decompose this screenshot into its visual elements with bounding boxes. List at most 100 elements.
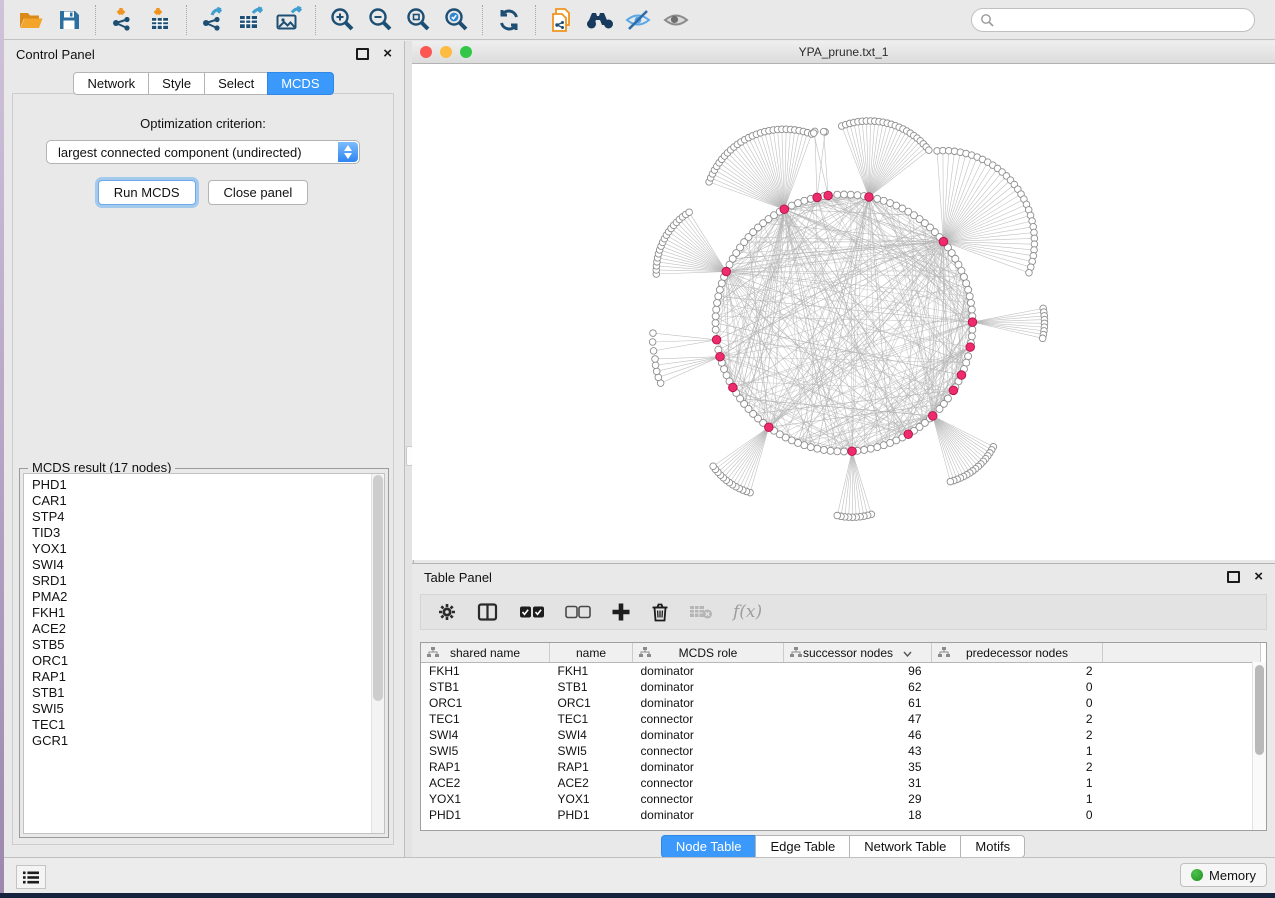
table-cell[interactable]: YOX1	[550, 791, 633, 807]
table-cell[interactable]: ORC1	[421, 695, 550, 711]
table-cell[interactable]: dominator	[633, 695, 784, 711]
mcds-result-item[interactable]: STB5	[32, 637, 384, 653]
ring-node[interactable]	[834, 448, 841, 455]
table-cell[interactable]: dominator	[633, 679, 784, 695]
ring-node[interactable]	[714, 299, 721, 306]
network-canvas[interactable]	[412, 64, 1275, 560]
mcds-result-item[interactable]: STB1	[32, 685, 384, 701]
mcds-result-item[interactable]: PMA2	[32, 589, 384, 605]
hide-selected-eye-icon[interactable]	[619, 3, 657, 37]
network-graph[interactable]	[412, 64, 1275, 560]
ring-node[interactable]	[834, 191, 841, 198]
ring-node[interactable]	[965, 353, 972, 360]
table-cell[interactable]: 2	[932, 663, 1103, 680]
table-cell[interactable]: YOX1	[421, 791, 550, 807]
table-cell[interactable]	[1103, 743, 1261, 759]
table-cell[interactable]: SWI4	[421, 727, 550, 743]
zoom-in-icon[interactable]	[323, 3, 361, 37]
refresh-icon[interactable]	[490, 3, 528, 37]
ring-node[interactable]	[820, 446, 827, 453]
table-row[interactable]: SWI5SWI5connector431	[421, 743, 1261, 759]
ring-node[interactable]	[861, 446, 868, 453]
table-cell[interactable]	[1103, 791, 1261, 807]
ring-node[interactable]	[715, 293, 722, 300]
zoom-selected-icon[interactable]	[437, 3, 475, 37]
float-panel-icon[interactable]	[356, 48, 369, 60]
ring-node[interactable]	[712, 326, 719, 333]
table-cell[interactable]: 2	[932, 727, 1103, 743]
table-cell[interactable]: RAP1	[421, 759, 550, 775]
table-cell[interactable]: 96	[784, 663, 932, 680]
table-cell[interactable]: TEC1	[550, 711, 633, 727]
tab-style[interactable]: Style	[148, 72, 205, 95]
table-scrollbar-thumb[interactable]	[1255, 665, 1264, 755]
table-cell[interactable]	[1103, 663, 1261, 680]
clone-network-icon[interactable]	[543, 3, 581, 37]
mcds-hub-node[interactable]	[813, 193, 822, 202]
satellite-node[interactable]	[810, 130, 817, 137]
ring-node[interactable]	[965, 286, 972, 293]
table-cell[interactable]: ACE2	[421, 775, 550, 791]
tab-mcds[interactable]: MCDS	[267, 72, 333, 95]
network-window-titlebar[interactable]: YPA_prune.txt_1	[412, 41, 1275, 64]
ring-node[interactable]	[874, 195, 881, 202]
mcds-result-item[interactable]: TID3	[32, 525, 384, 541]
table-cell[interactable]: 1	[932, 775, 1103, 791]
table-cell[interactable]: dominator	[633, 663, 784, 680]
mcds-hub-node[interactable]	[729, 383, 738, 392]
satellite-node[interactable]	[1026, 269, 1033, 276]
table-row[interactable]: TEC1TEC1connector472	[421, 711, 1261, 727]
ring-node[interactable]	[967, 299, 974, 306]
ring-node[interactable]	[841, 191, 848, 198]
table-cell[interactable]: connector	[633, 775, 784, 791]
table-row[interactable]: YOX1YOX1connector291	[421, 791, 1261, 807]
mcds-hub-node[interactable]	[928, 412, 937, 421]
table-cell[interactable]: 62	[784, 679, 932, 695]
export-network-icon[interactable]	[194, 3, 232, 37]
ring-node[interactable]	[841, 448, 848, 455]
table-cell[interactable]: 0	[932, 695, 1103, 711]
table-cell[interactable]: STB1	[421, 679, 550, 695]
tab-network[interactable]: Network	[73, 72, 149, 95]
deselect-all-columns-icon[interactable]	[565, 605, 591, 619]
export-table-icon[interactable]	[232, 3, 270, 37]
ring-node[interactable]	[712, 313, 719, 320]
table-scrollbar[interactable]	[1252, 662, 1266, 830]
table-row[interactable]: RAP1RAP1dominator352	[421, 759, 1261, 775]
show-columns-icon[interactable]	[477, 602, 499, 622]
mcds-hub-node[interactable]	[904, 430, 913, 439]
table-cell[interactable]: RAP1	[550, 759, 633, 775]
table-cell[interactable]: STB1	[550, 679, 633, 695]
table-cell[interactable]	[1103, 759, 1261, 775]
table-cell[interactable]: 61	[784, 695, 932, 711]
satellite-node[interactable]	[652, 362, 659, 369]
table-cell[interactable]: ACE2	[550, 775, 633, 791]
ring-node[interactable]	[801, 197, 808, 204]
mcds-result-item[interactable]: ACE2	[32, 621, 384, 637]
mcds-hub-node[interactable]	[957, 371, 966, 380]
satellite-node[interactable]	[652, 356, 659, 363]
table-cell[interactable]: 43	[784, 743, 932, 759]
ring-node[interactable]	[968, 333, 975, 340]
table-cell[interactable]: SWI5	[550, 743, 633, 759]
table-row[interactable]: PHD1PHD1dominator180	[421, 807, 1261, 823]
mcds-result-item[interactable]: GCR1	[32, 733, 384, 749]
open-file-icon[interactable]	[12, 3, 50, 37]
task-history-button[interactable]	[16, 865, 46, 889]
table-cell[interactable]: PHD1	[550, 807, 633, 823]
tab-network-table[interactable]: Network Table	[849, 835, 961, 858]
ring-node[interactable]	[963, 280, 970, 287]
ring-node[interactable]	[880, 442, 887, 449]
mcds-result-item[interactable]: STP4	[32, 509, 384, 525]
column-header-predecessor-nodes[interactable]: predecessor nodes	[932, 643, 1103, 663]
tab-node-table[interactable]: Node Table	[661, 835, 757, 858]
mcds-result-item[interactable]: CAR1	[32, 493, 384, 509]
mcds-hub-node[interactable]	[865, 193, 874, 202]
table-cell[interactable]: 31	[784, 775, 932, 791]
ring-node[interactable]	[716, 286, 723, 293]
mcds-hub-node[interactable]	[824, 191, 833, 200]
satellite-node[interactable]	[649, 339, 656, 346]
table-cell[interactable]	[1103, 679, 1261, 695]
ring-node[interactable]	[807, 444, 814, 451]
ring-node[interactable]	[969, 326, 976, 333]
